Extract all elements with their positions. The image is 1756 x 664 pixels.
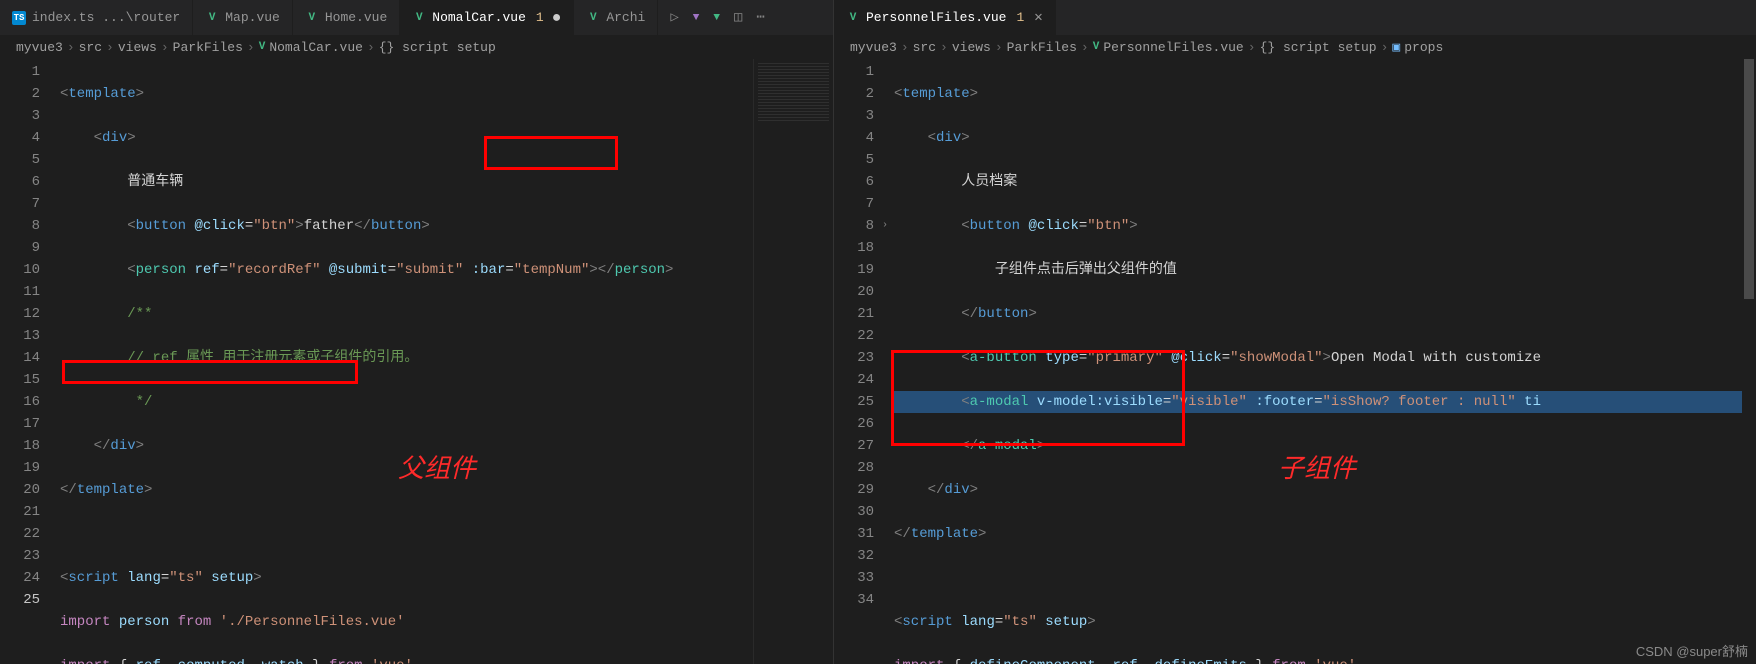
typescript-icon: TS — [12, 11, 26, 25]
line-gutter: 1234567891011121314151617181920212223242… — [0, 59, 60, 664]
vue-icon: V — [259, 41, 266, 53]
more-icon[interactable]: ⋯ — [756, 9, 764, 26]
tab-index-ts[interactable]: TS index.ts ...\router — [0, 0, 193, 35]
symbol-icon: ▣ — [1392, 40, 1400, 55]
scrollbar[interactable] — [1742, 59, 1756, 664]
tab-label: Archi — [606, 10, 645, 25]
editor-right[interactable]: 12345678›1819202122232425262728293031323… — [834, 59, 1756, 664]
vue-icon: V — [412, 11, 426, 25]
crumb[interactable]: src — [913, 40, 936, 55]
split-editor-icon[interactable]: ◫ — [734, 9, 742, 26]
extension-icon[interactable]: ▼ — [693, 12, 700, 24]
fold-icon[interactable]: › — [882, 215, 888, 237]
tab-bar-right: V PersonnelFiles.vue 1 ✕ — [834, 0, 1756, 35]
crumb[interactable]: myvue3 — [16, 40, 63, 55]
code-area-right[interactable]: <template> <div> 人员档案 <button @click="bt… — [894, 59, 1742, 664]
crumb[interactable]: {} script setup — [1260, 40, 1377, 55]
line-gutter: 12345678›1819202122232425262728293031323… — [834, 59, 894, 664]
editor-left[interactable]: 1234567891011121314151617181920212223242… — [0, 59, 833, 664]
tab-archi[interactable]: V Archi — [574, 0, 658, 35]
crumb[interactable]: {} script setup — [379, 40, 496, 55]
vue-icon: V — [305, 11, 319, 25]
tab-label: PersonnelFiles.vue — [866, 10, 1006, 25]
vue-icon: V — [846, 11, 860, 25]
code-area-left[interactable]: <template> <div> 普通车辆 <button @click="bt… — [60, 59, 753, 664]
left-editor-pane: TS index.ts ...\router V Map.vue V Home.vue… — [0, 0, 834, 664]
modified-badge: 1 — [536, 10, 544, 25]
breadcrumb-right[interactable]: myvue3› src› views› ParkFiles› VPersonne… — [834, 35, 1756, 59]
vue-icon: V — [586, 11, 600, 25]
watermark: CSDN @super舒楠 — [1636, 641, 1748, 660]
vue-icon: V — [1093, 41, 1100, 53]
minimap[interactable] — [753, 59, 833, 664]
modified-badge: 1 — [1016, 10, 1024, 25]
close-icon[interactable]: ✕ — [1034, 9, 1042, 26]
tab-nomalcar-vue[interactable]: V NomalCar.vue 1 ● — [400, 0, 574, 35]
tab-home-vue[interactable]: V Home.vue — [293, 0, 400, 35]
tab-label: Map.vue — [225, 10, 280, 25]
unsaved-dot-icon: ● — [552, 9, 562, 27]
run-icon[interactable]: ▷ — [670, 9, 678, 26]
tab-bar-left: TS index.ts ...\router V Map.vue V Home.vue… — [0, 0, 833, 35]
crumb[interactable]: myvue3 — [850, 40, 897, 55]
tab-label: Home.vue — [325, 10, 387, 25]
crumb[interactable]: PersonnelFiles.vue — [1103, 40, 1243, 55]
crumb[interactable]: views — [952, 40, 991, 55]
vue-icon: V — [205, 11, 219, 25]
crumb[interactable]: ParkFiles — [1007, 40, 1077, 55]
crumb[interactable]: src — [79, 40, 102, 55]
crumb[interactable]: NomalCar.vue — [269, 40, 363, 55]
crumb[interactable]: views — [118, 40, 157, 55]
tab-personnelfiles-vue[interactable]: V PersonnelFiles.vue 1 ✕ — [834, 0, 1056, 35]
extension-icon[interactable]: ▼ — [713, 12, 720, 24]
right-editor-pane: VPersonnelFiles.vue1✕ myvue3› src› views… — [834, 0, 1756, 664]
tab-map-vue[interactable]: V Map.vue — [193, 0, 293, 35]
breadcrumb-left[interactable]: myvue3› src› views› ParkFiles› VNomalCar… — [0, 35, 833, 59]
crumb[interactable]: props — [1404, 40, 1443, 55]
editor-toolbar: ▷ ▼ ▼ ◫ ⋯ — [658, 0, 777, 35]
tab-label: index.ts ...\router — [32, 10, 180, 25]
crumb[interactable]: ParkFiles — [173, 40, 243, 55]
tab-label: NomalCar.vue — [432, 10, 526, 25]
